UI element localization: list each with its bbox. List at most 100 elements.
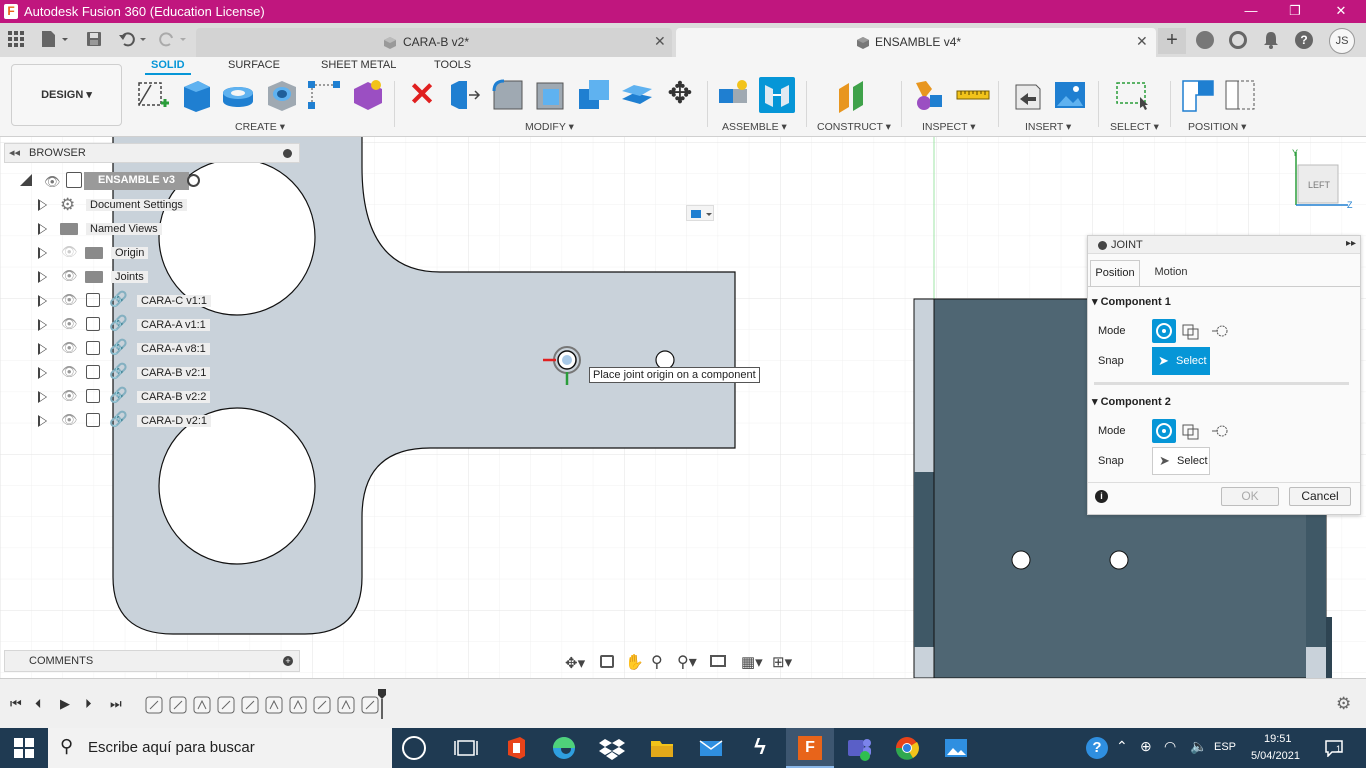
user-avatar[interactable]: JS xyxy=(1329,28,1355,54)
ok-button[interactable]: OK xyxy=(1221,487,1279,506)
task-view-icon[interactable] xyxy=(452,734,480,762)
pattern-icon[interactable] xyxy=(306,77,342,113)
browser-item-component[interactable]: 👁 🔗 CARA-B v2:2 xyxy=(38,385,300,409)
browser-root-row[interactable]: 👁 ENSAMBLE v3 xyxy=(20,170,300,192)
activate-radio-icon[interactable] xyxy=(187,174,200,187)
comments-panel[interactable]: COMMENTS + xyxy=(4,650,300,672)
browser-item-joints[interactable]: 👁 Joints xyxy=(38,265,300,289)
browser-item-component[interactable]: 👁 🔗 CARA-A v8:1 xyxy=(38,337,300,361)
cancel-button[interactable]: Cancel xyxy=(1289,487,1351,506)
tab-cara-b[interactable]: CARA-B v2* ✕ xyxy=(196,28,672,57)
undo-icon[interactable] xyxy=(118,30,148,48)
visibility-eye-icon[interactable]: 👁 xyxy=(44,174,61,190)
measure-icon[interactable] xyxy=(955,77,991,113)
workspace-switcher[interactable]: DESIGN ▾ xyxy=(11,64,122,126)
office-icon[interactable] xyxy=(502,734,530,762)
select-menu[interactable]: SELECT ▾ xyxy=(1110,121,1159,133)
expand-arrow-icon[interactable] xyxy=(38,295,47,307)
job-status-icon[interactable] xyxy=(1229,31,1247,49)
tab-solid[interactable]: SOLID xyxy=(145,59,191,75)
window-select-icon[interactable] xyxy=(1114,77,1150,113)
display-mode-icon[interactable] xyxy=(710,655,726,667)
restore-button[interactable]: ❐ xyxy=(1272,0,1318,23)
zoom-icon[interactable]: ⚲ xyxy=(651,652,663,672)
tab-sheet-metal[interactable]: SHEET METAL xyxy=(321,59,396,75)
orbit-icon[interactable]: ✥▾ xyxy=(565,654,585,672)
construct-menu[interactable]: CONSTRUCT ▾ xyxy=(817,121,891,133)
extrude-icon[interactable] xyxy=(178,77,214,113)
notifications-icon[interactable] xyxy=(1262,30,1280,50)
tab-motion[interactable]: Motion xyxy=(1146,260,1196,286)
browser-item-component[interactable]: 👁 🔗 CARA-D v2:1 xyxy=(38,409,300,433)
viewcube[interactable]: Y LEFT Z xyxy=(1286,147,1356,215)
expanded-arrow-icon[interactable] xyxy=(20,174,32,186)
pan-icon[interactable]: ✋ xyxy=(625,653,644,671)
visibility-eye-icon[interactable]: 👁 xyxy=(61,388,78,404)
browser-item-origin[interactable]: 👁 Origin xyxy=(38,241,300,265)
offset-plane-icon[interactable] xyxy=(835,77,871,113)
save-icon[interactable] xyxy=(86,31,102,47)
shell-icon[interactable] xyxy=(533,77,569,113)
delete-icon[interactable]: ✕ xyxy=(404,77,440,113)
go-to-end-icon[interactable]: ⏭ xyxy=(110,696,122,712)
expand-arrow-icon[interactable] xyxy=(38,199,47,211)
simple-mode-icon[interactable] xyxy=(1152,319,1176,343)
expand-arrow-icon[interactable] xyxy=(38,343,47,355)
clock-time[interactable]: 19:51 xyxy=(1264,733,1292,745)
visibility-eye-icon[interactable]: 👁 xyxy=(61,340,78,356)
grid-icon[interactable]: ▦▾ xyxy=(741,653,763,671)
press-pull-icon[interactable] xyxy=(447,77,483,113)
new-tab-button[interactable]: + xyxy=(1158,28,1186,54)
file-menu-icon[interactable] xyxy=(40,30,70,48)
photos-icon[interactable] xyxy=(942,734,970,762)
visibility-eye-icon[interactable]: 👁 xyxy=(61,412,78,428)
joint-icon[interactable] xyxy=(759,77,795,113)
expand-arrow-icon[interactable] xyxy=(38,319,47,331)
edge-icon[interactable] xyxy=(550,734,578,762)
display-settings-button[interactable] xyxy=(686,205,714,221)
component2-section[interactable]: ▾ Component 2 xyxy=(1092,395,1171,408)
two-edge-intersection-icon[interactable] xyxy=(1210,321,1230,341)
combine-icon[interactable] xyxy=(576,77,612,113)
inspect-menu[interactable]: INSPECT ▾ xyxy=(922,121,976,133)
between-two-faces-icon[interactable] xyxy=(1181,321,1201,341)
move-copy-icon[interactable]: ✥ xyxy=(662,77,698,113)
component1-select-button[interactable]: ➤ Select xyxy=(1152,347,1210,375)
look-at-icon[interactable] xyxy=(600,655,614,668)
joint-dialog-header[interactable]: JOINT ▸▸ xyxy=(1088,236,1360,254)
browser-item-component[interactable]: 👁 🔗 CARA-A v1:1 xyxy=(38,313,300,337)
expand-arrow-icon[interactable] xyxy=(38,247,47,259)
file-explorer-icon[interactable] xyxy=(648,734,676,762)
redo-icon[interactable] xyxy=(158,30,188,48)
chrome-icon[interactable] xyxy=(893,734,921,762)
browser-minimize-icon[interactable] xyxy=(283,149,292,158)
hole-icon[interactable] xyxy=(264,77,300,113)
tab-tools[interactable]: TOOLS xyxy=(434,59,471,75)
clock-date[interactable]: 5/04/2021 xyxy=(1251,750,1300,762)
create-form-icon[interactable] xyxy=(350,77,386,113)
volume-icon[interactable]: 🔈 xyxy=(1190,738,1207,755)
step-back-icon[interactable]: ⏴ xyxy=(35,696,42,712)
revolve-icon[interactable] xyxy=(220,77,256,113)
visibility-eye-icon[interactable]: 👁 xyxy=(61,268,78,284)
between-two-faces-icon[interactable] xyxy=(1181,421,1201,441)
taskbar-search[interactable]: ⚲ Escribe aquí para buscar xyxy=(48,728,392,768)
expand-dialog-icon[interactable]: ▸▸ xyxy=(1346,238,1356,249)
app-grid-icon[interactable] xyxy=(8,31,24,47)
language-indicator[interactable]: ESP xyxy=(1214,741,1236,753)
go-to-start-icon[interactable]: ⏮ xyxy=(10,696,22,712)
mail-icon[interactable] xyxy=(697,734,725,762)
component2-select-button[interactable]: ➤ Select xyxy=(1152,447,1210,475)
insert-canvas-icon[interactable] xyxy=(1052,77,1088,113)
browser-item-named-views[interactable]: Named Views xyxy=(38,217,300,241)
expand-arrow-icon[interactable] xyxy=(38,271,47,283)
network-device-icon[interactable]: ⊕ xyxy=(1140,738,1152,755)
timeline-settings-icon[interactable]: ⚙ xyxy=(1336,694,1351,714)
offset-face-icon[interactable] xyxy=(619,77,655,113)
create-menu[interactable]: CREATE ▾ xyxy=(235,121,285,133)
collapse-browser-icon[interactable]: ◂◂ xyxy=(9,146,20,159)
create-sketch-icon[interactable] xyxy=(135,77,171,113)
step-forward-icon[interactable]: ⏵ xyxy=(85,696,92,712)
component1-section[interactable]: ▾ Component 1 xyxy=(1092,295,1171,308)
position-menu[interactable]: POSITION ▾ xyxy=(1188,121,1246,133)
